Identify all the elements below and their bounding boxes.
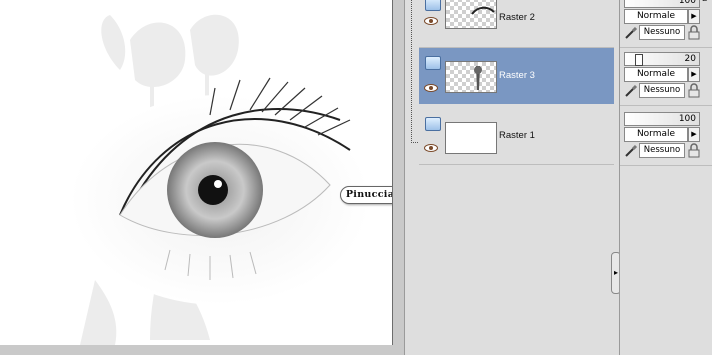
brush-icon[interactable] (624, 84, 638, 98)
eye-icon[interactable] (424, 144, 438, 152)
dropdown-arrow-icon[interactable]: ▶ (688, 127, 700, 142)
layer-name: Raster 3 (499, 70, 535, 81)
opacity-value: 20 (684, 54, 696, 64)
mask-select[interactable]: Nessuno (639, 25, 685, 40)
opacity-slider-thumb[interactable] (635, 54, 643, 66)
mask-select[interactable]: Nessuno (639, 143, 685, 158)
overflow-digit: 2 (702, 0, 708, 4)
canvas-bottom-strip (0, 345, 400, 355)
chevron-right-icon: ▸ (613, 268, 618, 277)
layer-row-raster-2[interactable]: Raster 2 (419, 0, 614, 48)
lock-icon[interactable] (687, 25, 701, 40)
raster-layer-icon[interactable] (425, 56, 441, 70)
dropdown-arrow-icon[interactable]: ▶ (688, 9, 700, 24)
layer-props-raster-3: 20 Normale ▶ Nessuno (620, 50, 712, 106)
raster-layer-icon[interactable] (425, 0, 441, 11)
lock-icon[interactable] (687, 143, 701, 158)
layer-row-raster-1[interactable]: Raster 1 (419, 109, 614, 165)
layer-group-connector (411, 0, 418, 143)
lock-icon[interactable] (687, 83, 701, 98)
signature-watermark: Pinuccia (340, 186, 392, 204)
opacity-slider[interactable]: 20 (624, 52, 700, 66)
layer-row-raster-3[interactable]: Raster 3 (419, 48, 614, 104)
dropdown-arrow-icon[interactable]: ▶ (688, 67, 700, 82)
layer-thumbnail (445, 0, 497, 29)
layer-name: Raster 2 (499, 12, 535, 23)
row-divider (620, 105, 712, 106)
layer-name: Raster 1 (499, 130, 535, 141)
layers-panel: Raster 2 Raster 3 Raster 1 ▸ (404, 0, 621, 355)
row-divider (620, 47, 712, 48)
opacity-value: 100 (678, 114, 696, 124)
brush-icon[interactable] (624, 144, 638, 158)
eye-icon[interactable] (424, 17, 438, 25)
mask-select[interactable]: Nessuno (639, 83, 685, 98)
layer-props-raster-2: 100 2 Normale ▶ Nessuno (620, 0, 712, 48)
eye-artwork (70, 14, 370, 345)
opacity-slider[interactable]: 100 (624, 112, 700, 126)
layer-thumbnail (445, 61, 497, 93)
layer-props-raster-1: 100 Normale ▶ Nessuno (620, 110, 712, 166)
layer-thumbnail (445, 122, 497, 154)
row-divider (419, 164, 614, 165)
raster-layer-icon[interactable] (425, 117, 441, 131)
opacity-value: 100 (678, 0, 696, 6)
opacity-slider[interactable]: 100 (624, 0, 700, 8)
eye-icon[interactable] (424, 84, 438, 92)
row-divider (620, 165, 712, 166)
blend-mode-select[interactable]: Normale (624, 127, 688, 142)
blend-mode-select[interactable]: Normale (624, 67, 688, 82)
blend-mode-select[interactable]: Normale (624, 9, 688, 24)
canvas-area[interactable]: Pinuccia (0, 0, 393, 355)
brush-icon[interactable] (624, 26, 638, 40)
layer-properties-panel: 100 2 Normale ▶ Nessuno 20 Normale ▶ Nes… (619, 0, 712, 355)
